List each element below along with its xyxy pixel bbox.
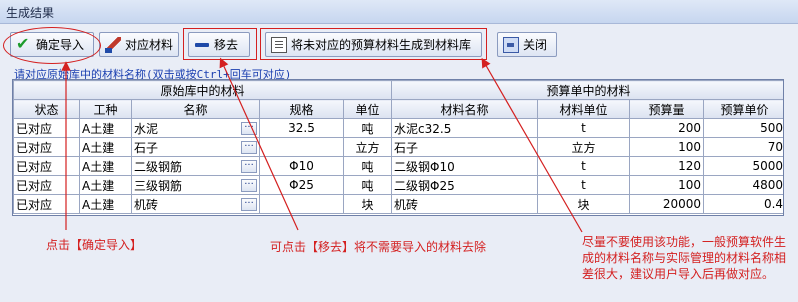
cell-material-unit[interactable]: 块 — [537, 194, 631, 214]
column-header[interactable]: 规格 — [259, 99, 344, 119]
cell-unit[interactable]: 块 — [342, 194, 393, 214]
cell-spec[interactable] — [259, 137, 344, 157]
cell-price[interactable]: 0.4 — [703, 194, 783, 214]
column-header[interactable]: 工种 — [79, 99, 132, 119]
cell-price[interactable]: 500 — [703, 118, 783, 138]
name-text: 二级钢筋 — [134, 159, 183, 174]
column-header-row: 状态 工种 名称 规格 单位 材料名称 材料单位 预算量 预算单价 — [13, 99, 783, 119]
cell-status[interactable]: 已对应 — [13, 175, 80, 195]
cell-unit[interactable]: 立方 — [342, 137, 393, 157]
cell-spec[interactable]: Φ10 — [259, 156, 344, 176]
ellipsis-icon[interactable]: ··· — [241, 121, 257, 135]
cell-spec[interactable] — [259, 194, 344, 214]
cell-name[interactable]: 三级钢筋 ··· — [131, 175, 260, 195]
ellipsis-icon[interactable]: ··· — [241, 159, 257, 173]
cell-material-name[interactable]: 机砖 — [391, 194, 539, 214]
annotation-confirm: 点击【确定导入】 — [46, 238, 143, 252]
group-header-budget: 预算单中的材料 — [391, 80, 783, 100]
exit-door-icon — [503, 36, 519, 53]
cell-spec[interactable]: 32.5 — [259, 118, 344, 138]
cell-price[interactable]: 70 — [703, 137, 783, 157]
pen-icon — [105, 36, 121, 53]
close-button[interactable]: 关闭 — [497, 32, 557, 57]
cell-material-unit[interactable]: 立方 — [537, 137, 631, 157]
match-material-button[interactable]: 对应材料 — [99, 32, 179, 57]
match-material-label: 对应材料 — [125, 38, 174, 52]
name-text: 水泥 — [134, 121, 159, 136]
check-icon — [16, 34, 32, 53]
column-header[interactable]: 预算量 — [629, 99, 705, 119]
minus-icon — [194, 37, 210, 53]
table-row[interactable]: 已对应 A土建 水泥 ··· 32.5 吨 水泥c32.5 t 200 500 — [13, 118, 783, 138]
cell-status[interactable]: 已对应 — [13, 194, 80, 214]
cell-quantity[interactable]: 100 — [629, 175, 705, 195]
cell-name[interactable]: 水泥 ··· — [131, 118, 260, 138]
ellipsis-icon[interactable]: ··· — [241, 197, 257, 211]
cell-quantity[interactable]: 100 — [629, 137, 705, 157]
cell-material-name[interactable]: 石子 — [391, 137, 539, 157]
cell-material-unit[interactable]: t — [537, 118, 631, 138]
remove-label: 移去 — [214, 38, 239, 52]
group-header-original: 原始库中的材料 — [13, 80, 393, 100]
cell-material-name[interactable]: 二级钢Φ25 — [391, 175, 539, 195]
cell-material-unit[interactable]: t — [537, 175, 631, 195]
column-header[interactable]: 单位 — [342, 99, 393, 119]
window-title: 生成结果 — [6, 6, 55, 20]
column-header[interactable]: 材料名称 — [391, 99, 539, 119]
name-text: 三级钢筋 — [134, 178, 183, 193]
column-header[interactable]: 预算单价 — [703, 99, 783, 119]
cell-spec[interactable]: Φ25 — [259, 175, 344, 195]
remove-button[interactable]: 移去 — [188, 32, 250, 57]
cell-price[interactable]: 4800 — [703, 175, 783, 195]
cell-quantity[interactable]: 200 — [629, 118, 705, 138]
name-text: 机砖 — [134, 197, 159, 212]
ellipsis-icon[interactable]: ··· — [241, 140, 257, 154]
column-header[interactable]: 名称 — [131, 99, 260, 119]
cell-unit[interactable]: 吨 — [342, 118, 393, 138]
toolbar: 确定导入 对应材料 移去 将未对应的预算材料生成到材料库 关闭 — [0, 24, 798, 64]
cell-price[interactable]: 5000 — [703, 156, 783, 176]
cell-material-unit[interactable]: t — [537, 156, 631, 176]
cell-status[interactable]: 已对应 — [13, 118, 80, 138]
generate-to-library-button[interactable]: 将未对应的预算材料生成到材料库 — [265, 32, 482, 57]
cell-trade[interactable]: A土建 — [79, 175, 132, 195]
cell-quantity[interactable]: 120 — [629, 156, 705, 176]
annotation-generate: 尽量不要使用该功能，一般预算软件生成的材料名称与实际管理的材料名称相差很大，建议… — [582, 235, 787, 281]
cell-quantity[interactable]: 20000 — [629, 194, 705, 214]
cell-trade[interactable]: A土建 — [79, 156, 132, 176]
confirm-import-button[interactable]: 确定导入 — [10, 32, 94, 57]
column-header[interactable]: 状态 — [13, 99, 80, 119]
material-table[interactable]: 原始库中的材料 预算单中的材料 状态 工种 名称 规格 单位 材料名称 材料单位… — [12, 79, 784, 216]
cell-name[interactable]: 机砖 ··· — [131, 194, 260, 214]
annotation-remove: 可点击【移去】将不需要导入的材料去除 — [270, 240, 487, 254]
table-row[interactable]: 已对应 A土建 石子 ··· 立方 石子 立方 100 70 — [13, 137, 783, 157]
table-row[interactable]: 已对应 A土建 三级钢筋 ··· Φ25 吨 二级钢Φ25 t 100 4800 — [13, 175, 783, 195]
cell-material-name[interactable]: 水泥c32.5 — [391, 118, 539, 138]
cell-trade[interactable]: A土建 — [79, 194, 132, 214]
close-label: 关闭 — [523, 38, 548, 52]
name-text: 石子 — [134, 140, 159, 155]
cell-trade[interactable]: A土建 — [79, 137, 132, 157]
cell-name[interactable]: 石子 ··· — [131, 137, 260, 157]
table-row[interactable]: 已对应 A土建 二级钢筋 ··· Φ10 吨 二级钢Φ10 t 120 5000 — [13, 156, 783, 176]
cell-status[interactable]: 已对应 — [13, 137, 80, 157]
column-header[interactable]: 材料单位 — [537, 99, 631, 119]
table-row[interactable]: 已对应 A土建 机砖 ··· 块 机砖 块 20000 0.4 — [13, 194, 783, 214]
cell-unit[interactable]: 吨 — [342, 156, 393, 176]
confirm-import-label: 确定导入 — [36, 38, 85, 52]
cell-unit[interactable]: 吨 — [342, 175, 393, 195]
cell-status[interactable]: 已对应 — [13, 156, 80, 176]
document-icon — [271, 36, 287, 53]
cell-name[interactable]: 二级钢筋 ··· — [131, 156, 260, 176]
generate-to-library-label: 将未对应的预算材料生成到材料库 — [291, 38, 472, 52]
title-bar: 生成结果 — [0, 0, 798, 24]
ellipsis-icon[interactable]: ··· — [241, 178, 257, 192]
cell-trade[interactable]: A土建 — [79, 118, 132, 138]
cell-material-name[interactable]: 二级钢Φ10 — [391, 156, 539, 176]
